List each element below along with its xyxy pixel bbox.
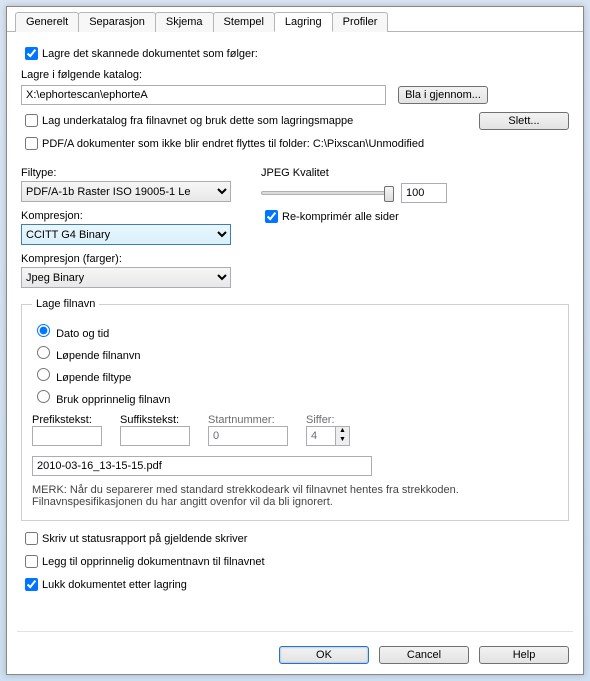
note-barcode: MERK: Når du separerer med standard stre… — [32, 484, 558, 508]
input-filename-preview — [32, 456, 372, 476]
input-prefix[interactable] — [32, 426, 102, 446]
radio-running-filename[interactable] — [37, 346, 50, 359]
tab-panel-lagring: Lagre det skannede dokumentet som følger… — [7, 32, 583, 606]
lbl-compression-color: Kompresjon (farger): — [21, 253, 231, 265]
lbl-digits: Siffer: — [306, 414, 350, 426]
lbl-radio-running-filename: Løpende filnanvn — [56, 350, 140, 362]
tab-generelt[interactable]: Generelt — [15, 12, 79, 32]
chk-save-scanned[interactable] — [25, 47, 38, 60]
lbl-add-original-name: Legg til opprinnelig dokumentnavn til fi… — [42, 556, 265, 568]
slider-jpeg-quality[interactable] — [261, 191, 391, 195]
lbl-recompress: Re-komprimér alle sider — [282, 211, 399, 223]
chk-status-report[interactable] — [25, 532, 38, 545]
lbl-subfolder: Lag underkatalog fra filnavnet og bruk d… — [42, 115, 479, 127]
lbl-radio-original-filename: Bruk opprinnelig filnavn — [56, 394, 170, 406]
lbl-folder: Lagre i følgende katalog: — [21, 69, 569, 81]
lbl-save-scanned: Lagre det skannede dokumentet som følger… — [42, 48, 258, 60]
input-suffix[interactable] — [120, 426, 190, 446]
browse-button[interactable]: Bla i gjennom... — [398, 86, 488, 104]
radio-date-time[interactable] — [37, 324, 50, 337]
lbl-prefix: Prefikstekst: — [32, 414, 102, 426]
tab-strip: Generelt Separasjon Skjema Stempel Lagri… — [7, 7, 583, 32]
tab-lagring[interactable]: Lagring — [274, 12, 333, 32]
chevron-down-icon: ▼ — [336, 436, 349, 445]
cancel-button[interactable]: Cancel — [379, 646, 469, 664]
lbl-radio-date-time: Dato og tid — [56, 328, 109, 340]
chk-add-original-name[interactable] — [25, 555, 38, 568]
chk-subfolder[interactable] — [25, 114, 38, 127]
radio-running-filetype[interactable] — [37, 368, 50, 381]
lbl-pdfa-move: PDF/A dokumenter som ikke blir endret fl… — [42, 138, 424, 150]
input-digits — [306, 426, 336, 446]
combo-compression[interactable]: CCITT G4 Binary — [21, 224, 231, 245]
input-jpeg-quality[interactable] — [401, 183, 447, 203]
lbl-status-report: Skriv ut statusrapport på gjeldende skri… — [42, 533, 247, 545]
ok-button[interactable]: OK — [279, 646, 369, 664]
input-startnum — [208, 426, 288, 446]
lbl-filetype: Filtype: — [21, 167, 231, 179]
chevron-up-icon: ▲ — [336, 427, 349, 436]
spinner-arrows: ▲ ▼ — [336, 426, 350, 446]
chk-close-after-save[interactable] — [25, 578, 38, 591]
help-button[interactable]: Help — [479, 646, 569, 664]
lbl-compression: Kompresjon: — [21, 210, 231, 222]
lbl-startnum: Startnummer: — [208, 414, 288, 426]
lbl-jpeg-quality: JPEG Kvalitet — [261, 167, 447, 179]
input-folder[interactable] — [21, 85, 386, 105]
legend-filename: Lage filnavn — [32, 298, 99, 310]
radio-original-filename[interactable] — [37, 390, 50, 403]
fieldset-filename: Lage filnavn Dato og tid Løpende filnanv… — [21, 298, 569, 521]
combo-compression-color[interactable]: Jpeg Binary — [21, 267, 231, 288]
button-bar: OK Cancel Help — [279, 646, 569, 664]
tab-separasjon[interactable]: Separasjon — [78, 12, 156, 32]
lbl-suffix: Suffikstekst: — [120, 414, 190, 426]
lbl-close-after-save: Lukk dokumentet etter lagring — [42, 579, 187, 591]
chk-pdfa-move[interactable] — [25, 137, 38, 150]
spinner-digits: ▲ ▼ — [306, 426, 350, 446]
slider-thumb[interactable] — [384, 186, 394, 202]
lbl-radio-running-filetype: Løpende filtype — [56, 372, 131, 384]
dialog-window: Generelt Separasjon Skjema Stempel Lagri… — [6, 6, 584, 675]
tab-stempel[interactable]: Stempel — [213, 12, 275, 32]
delete-button[interactable]: Slett... — [479, 112, 569, 130]
combo-filetype[interactable]: PDF/A-1b Raster ISO 19005-1 Le — [21, 181, 231, 202]
tab-profiler[interactable]: Profiler — [332, 12, 389, 32]
tab-skjema[interactable]: Skjema — [155, 12, 214, 32]
divider — [17, 631, 573, 632]
chk-recompress[interactable] — [265, 210, 278, 223]
